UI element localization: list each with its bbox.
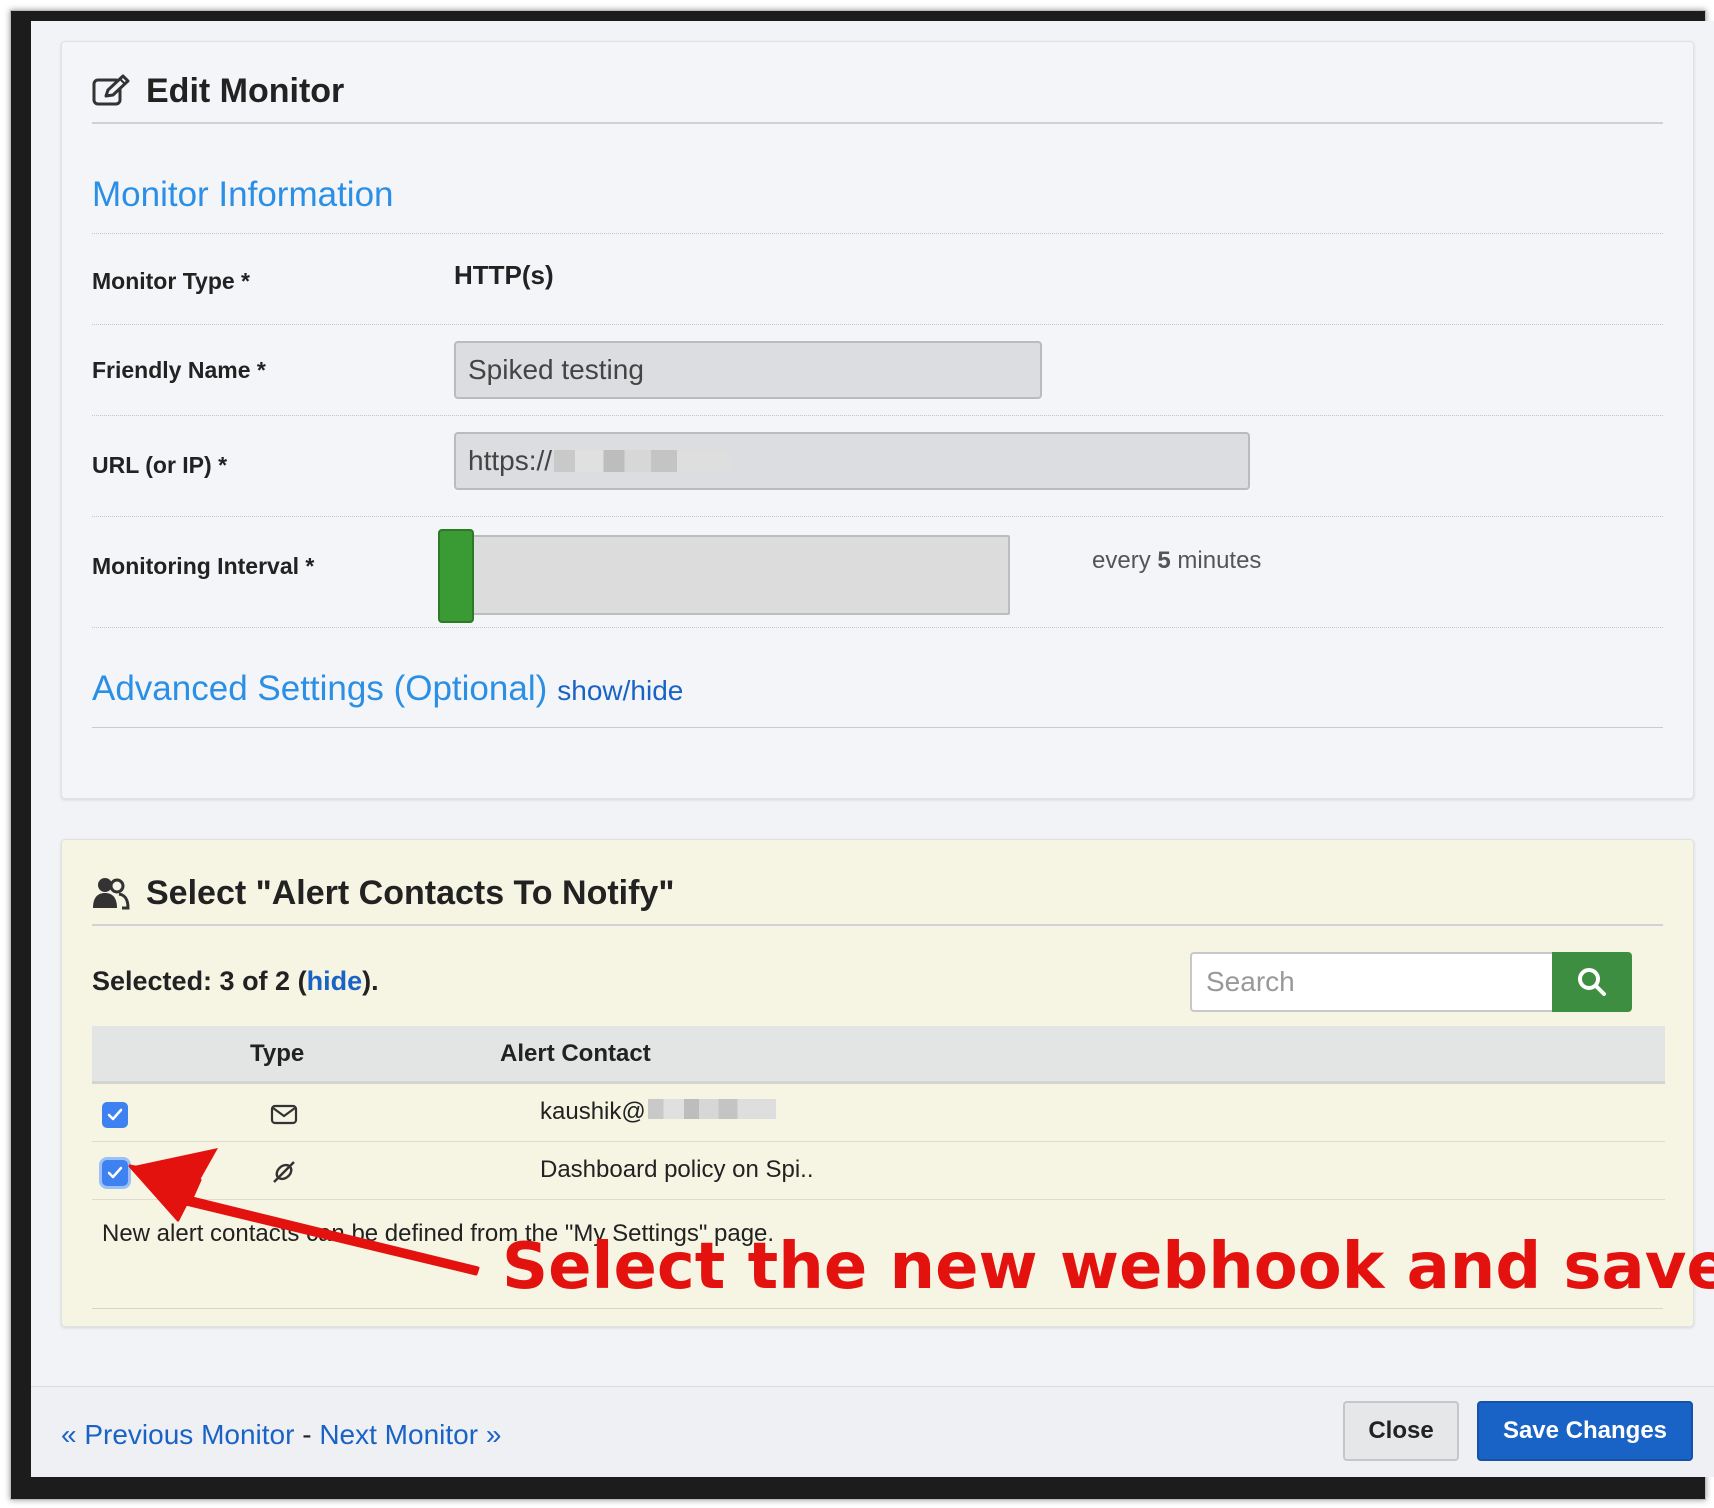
table-header: Type Alert Contact — [92, 1026, 1665, 1084]
hide-link[interactable]: hide — [307, 966, 363, 996]
checkmark-icon — [107, 1108, 123, 1121]
edit-icon — [92, 74, 130, 106]
alert-contacts-title: Select "Alert Contacts To Notify" — [146, 873, 675, 912]
selected-count: Selected: 3 of 2 (hide). — [92, 966, 379, 997]
advanced-settings-heading: Advanced Settings (Optional) show/hide — [92, 628, 1663, 728]
advanced-settings-title: Advanced Settings (Optional) — [92, 669, 548, 708]
search-input[interactable]: Search — [1190, 952, 1552, 1012]
friendly-name-value: Spiked testing — [468, 354, 644, 385]
monitor-type-row: Monitor Type * HTTP(s) — [92, 234, 1663, 325]
search-button[interactable] — [1552, 952, 1632, 1012]
page-title: Edit Monitor — [146, 71, 345, 110]
edit-monitor-panel: Edit Monitor Monitor Information Monitor… — [61, 41, 1694, 799]
redacted-url — [554, 450, 731, 472]
annotation-text: Select the new webhook and save — [502, 1230, 1714, 1304]
table-row[interactable]: kaushik@ — [92, 1084, 1665, 1142]
next-monitor-link[interactable]: Next Monitor » — [319, 1419, 501, 1450]
save-changes-button[interactable]: Save Changes — [1477, 1401, 1693, 1461]
url-value: https:// — [468, 445, 553, 476]
users-icon — [93, 878, 130, 910]
checkmark-icon — [107, 1166, 123, 1179]
envelope-icon — [270, 1104, 298, 1125]
show-hide-link[interactable]: show/hide — [557, 675, 683, 707]
alert-contacts-table: Type Alert Contact kaushik@ Dashboard po… — [92, 1026, 1665, 1200]
search-icon — [1578, 968, 1606, 996]
close-button[interactable]: Close — [1343, 1401, 1459, 1461]
monitor-type-label: Monitor Type * — [92, 268, 251, 294]
redacted-email — [647, 1099, 776, 1119]
selected-prefix: Selected: 3 of 2 ( — [92, 966, 307, 996]
interval-suffix: minutes — [1177, 547, 1262, 574]
modal-body: Edit Monitor Monitor Information Monitor… — [31, 21, 1714, 1386]
interval-prefix: every — [1092, 547, 1151, 574]
column-type: Type — [250, 1040, 305, 1067]
monitor-type-value: HTTP(s) — [454, 260, 554, 290]
selected-suffix: ). — [362, 966, 379, 996]
webhook-icon — [273, 1161, 295, 1183]
divider — [92, 1308, 1663, 1309]
url-input[interactable]: https:// — [454, 432, 1250, 490]
alert-contacts-header: Select "Alert Contacts To Notify" — [92, 862, 1663, 926]
interval-text: every 5 minutes — [1092, 547, 1261, 575]
contact-checkbox[interactable] — [102, 1160, 128, 1186]
monitoring-interval-row: Monitoring Interval * every 5 minutes — [92, 517, 1663, 628]
interval-slider-handle[interactable] — [438, 529, 474, 623]
contact-name: kaushik@ — [540, 1098, 776, 1126]
monitor-information-heading: Monitor Information — [92, 152, 1663, 234]
search-placeholder: Search — [1206, 966, 1295, 997]
nav-separator: - — [294, 1419, 320, 1450]
monitoring-interval-label: Monitoring Interval * — [92, 553, 315, 579]
url-label: URL (or IP) * — [92, 452, 228, 478]
previous-monitor-link[interactable]: « Previous Monitor — [61, 1419, 294, 1450]
edit-monitor-header: Edit Monitor — [92, 60, 1663, 124]
monitor-information-title: Monitor Information — [92, 175, 394, 214]
friendly-name-label: Friendly Name * — [92, 357, 266, 383]
interval-value: 5 — [1157, 547, 1171, 574]
table-row[interactable]: Dashboard policy on Spi.. — [92, 1142, 1665, 1200]
contact-checkbox[interactable] — [102, 1102, 128, 1128]
column-alert-contact: Alert Contact — [500, 1040, 651, 1067]
contact-search: Search — [1190, 952, 1632, 1012]
contact-email: kaushik@ — [540, 1098, 646, 1125]
contact-name: Dashboard policy on Spi.. — [540, 1156, 814, 1183]
monitor-navigation: « Previous Monitor - Next Monitor » — [61, 1419, 501, 1451]
url-row: URL (or IP) * https:// — [92, 416, 1663, 517]
friendly-name-row: Friendly Name * Spiked testing — [92, 325, 1663, 416]
interval-slider[interactable] — [438, 529, 1010, 623]
friendly-name-input[interactable]: Spiked testing — [454, 341, 1042, 399]
modal-footer: « Previous Monitor - Next Monitor » Clos… — [31, 1386, 1714, 1477]
